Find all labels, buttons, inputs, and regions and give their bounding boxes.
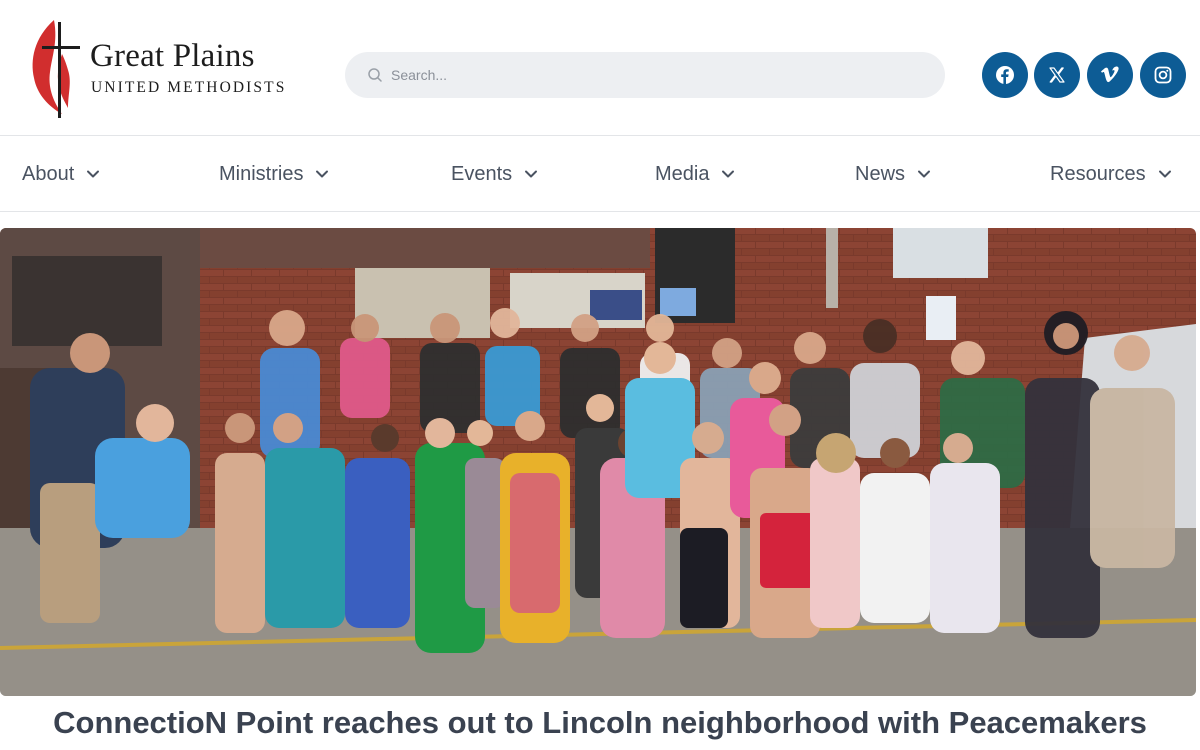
chevron-down-icon xyxy=(721,167,735,181)
site-logo[interactable]: Great Plains UNITED METHODISTS xyxy=(28,16,308,120)
main-nav: About Ministries Events Media News Resou… xyxy=(0,137,1200,212)
x-icon xyxy=(1049,67,1065,83)
chevron-down-icon xyxy=(917,167,931,181)
nav-item-about[interactable]: About xyxy=(22,159,100,189)
logo-title: Great Plains xyxy=(90,38,255,74)
search-icon xyxy=(367,67,383,83)
chevron-down-icon xyxy=(1158,167,1172,181)
search-bar[interactable] xyxy=(345,52,945,98)
nav-item-label: Media xyxy=(655,162,710,185)
nav-item-label: Events xyxy=(451,162,513,185)
instagram-icon xyxy=(1154,66,1172,84)
vimeo-button[interactable] xyxy=(1087,52,1133,98)
chevron-down-icon xyxy=(524,167,538,181)
search-input[interactable] xyxy=(391,67,911,83)
nav-item-news[interactable]: News xyxy=(855,159,931,189)
nav-item-label: Resources xyxy=(1050,162,1146,185)
vimeo-icon xyxy=(1101,66,1119,83)
cross-and-flame-icon xyxy=(32,20,80,118)
nav-item-events[interactable]: Events xyxy=(451,159,538,189)
facebook-icon xyxy=(996,66,1014,84)
facebook-button[interactable] xyxy=(982,52,1028,98)
nav-item-label: Ministries xyxy=(219,162,304,185)
instagram-button[interactable] xyxy=(1140,52,1186,98)
nav-item-media[interactable]: Media xyxy=(655,159,735,189)
chevron-down-icon xyxy=(315,167,329,181)
nav-item-label: News xyxy=(855,162,906,185)
logo-subtitle: UNITED METHODISTS xyxy=(91,79,287,96)
site-header: Great Plains UNITED METHODISTS xyxy=(0,0,1200,136)
chevron-down-icon xyxy=(86,167,100,181)
nav-item-resources[interactable]: Resources xyxy=(1050,159,1172,189)
x-button[interactable] xyxy=(1034,52,1080,98)
nav-item-label: About xyxy=(22,162,75,185)
article-headline[interactable]: ConnectioN Point reaches out to Lincoln … xyxy=(0,705,1200,741)
nav-item-ministries[interactable]: Ministries xyxy=(219,159,329,189)
group-photo-image xyxy=(0,228,1196,696)
hero-photo[interactable] xyxy=(0,228,1196,696)
